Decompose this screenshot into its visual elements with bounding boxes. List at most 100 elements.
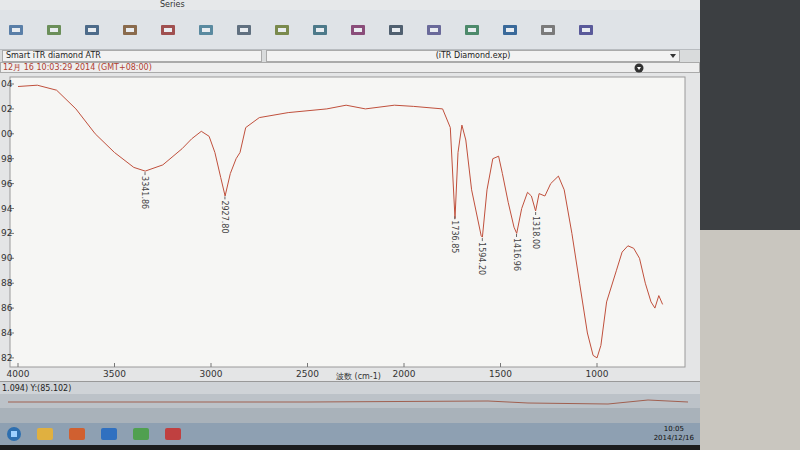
monitor-bezel [0,445,700,450]
x-tick: 3000 [200,363,223,379]
peak-label: 1736.85 [450,216,459,253]
peak-label: 3341.86 [140,172,149,209]
tool-icon[interactable] [236,23,252,37]
x-tick: 3500 [103,363,126,379]
svg-text:02: 02 [1,104,12,114]
peak-label: 1416.96 [512,234,521,271]
window-title: Smart iTR diamond ATR [2,50,262,62]
timestamp: 12月 16 10:03:29 2014 (GMT+08:00) [3,63,152,73]
tool-icon[interactable] [160,23,176,37]
tool-icon[interactable] [388,23,404,37]
svg-text:84: 84 [1,328,13,338]
clock-date: 2014/12/16 [654,434,694,443]
svg-text:1594.20: 1594.20 [477,242,486,275]
x-tick: 2000 [393,363,416,379]
monitor-screen: Series Smart iTR diamond ATR (iTR Diamond.… [0,0,700,450]
taskbar-app-icon[interactable] [164,427,182,441]
y-tick: 92 [1,228,14,238]
svg-text:86: 86 [1,303,13,313]
expand-button-icon[interactable] [634,63,644,73]
tool-icon[interactable] [540,23,556,37]
y-tick: 02 [1,104,14,114]
svg-text:1500: 1500 [489,369,512,379]
experiment-name: (iTR Diamond.exp) [436,51,511,61]
svg-text:3000: 3000 [200,369,223,379]
svg-text:3500: 3500 [103,369,126,379]
svg-text:96: 96 [1,179,13,189]
x-tick: 1000 [586,363,609,379]
svg-text:94: 94 [1,204,13,214]
menu-item[interactable]: Series [160,0,185,10]
taskbar-app-icon[interactable] [36,427,54,441]
tool-icon[interactable] [274,23,290,37]
svg-text:1000: 1000 [586,369,609,379]
dropdown-arrow-icon [669,52,677,60]
svg-text:98: 98 [1,154,13,164]
svg-text:82: 82 [1,353,12,363]
y-tick: 94 [1,204,14,214]
taskbar-app-icon[interactable] [100,427,118,441]
y-tick: 88 [1,278,14,288]
x-tick: 4000 [7,363,30,379]
clock[interactable]: 10:052014/12/16 [654,425,694,443]
y-tick: 86 [1,303,14,313]
experiment-dropdown[interactable]: (iTR Diamond.exp) [266,50,680,62]
svg-text:2500: 2500 [296,369,319,379]
taskbar-app-icon[interactable] [68,427,86,441]
tool-icon[interactable] [464,23,480,37]
y-tick: 04 [1,79,14,89]
y-tick: 90 [1,253,14,263]
background-wall [700,0,800,450]
tool-icon[interactable] [350,23,366,37]
svg-text:90: 90 [1,253,13,263]
wall-shadow [700,0,800,230]
y-tick: 96 [1,179,14,189]
taskbar: 10:052014/12/16 [0,423,700,445]
svg-text:04: 04 [1,79,13,89]
tool-icon[interactable] [578,23,594,37]
cursor-readout: 1.094) Y:(85.102) [2,384,71,393]
status-bar: 1.094) Y:(85.102) [0,381,700,394]
spectrum-chart: 04 02 00 98 96 94 92 90 88 86 84 82 4000 3500 3000 2500… [0,73,700,381]
title-row: Smart iTR diamond ATR (iTR Diamond.exp) [0,50,700,62]
system-tray: 10:052014/12/16 [654,425,694,443]
toolbar [0,10,700,50]
svg-text:00: 00 [1,129,13,139]
menu-bar: Series [0,0,700,10]
tool-icon[interactable] [122,23,138,37]
x-tick: 1500 [489,363,512,379]
svg-text:4000: 4000 [7,369,30,379]
svg-text:92: 92 [1,228,12,238]
tool-icon[interactable] [502,23,518,37]
peak-label: 1594.20 [477,238,486,275]
svg-text:2927.80: 2927.80 [220,200,229,233]
clock-time: 10:05 [664,425,684,434]
overview-line [8,396,688,406]
svg-text:1736.85: 1736.85 [450,220,459,253]
y-tick: 00 [1,129,14,139]
spectrum-line [18,85,663,358]
svg-text:1416.96: 1416.96 [512,238,521,271]
x-tick: 2500 [296,363,319,379]
svg-text:2000: 2000 [393,369,416,379]
taskbar-app-icon[interactable] [132,427,150,441]
tool-icon[interactable] [198,23,214,37]
peak-label: 2927.80 [220,196,229,233]
timestamp-bar: 12月 16 10:03:29 2014 (GMT+08:00) [0,62,700,73]
svg-text:88: 88 [1,278,13,288]
tool-icon[interactable] [312,23,328,37]
radiator-area [700,230,800,450]
plot-frame [10,77,685,367]
tool-icon[interactable] [84,23,100,37]
tool-icon[interactable] [8,23,24,37]
tool-icon[interactable] [46,23,62,37]
photo-frame: Series Smart iTR diamond ATR (iTR Diamond.… [0,0,800,450]
svg-text:3341.86: 3341.86 [140,176,149,209]
start-icon[interactable] [6,426,22,442]
tool-icon[interactable] [426,23,442,37]
y-tick: 84 [1,328,14,338]
desktop-gap [0,408,700,423]
svg-text:1318.00: 1318.00 [531,216,540,249]
overview-strip [0,394,700,408]
y-tick: 98 [1,154,14,164]
